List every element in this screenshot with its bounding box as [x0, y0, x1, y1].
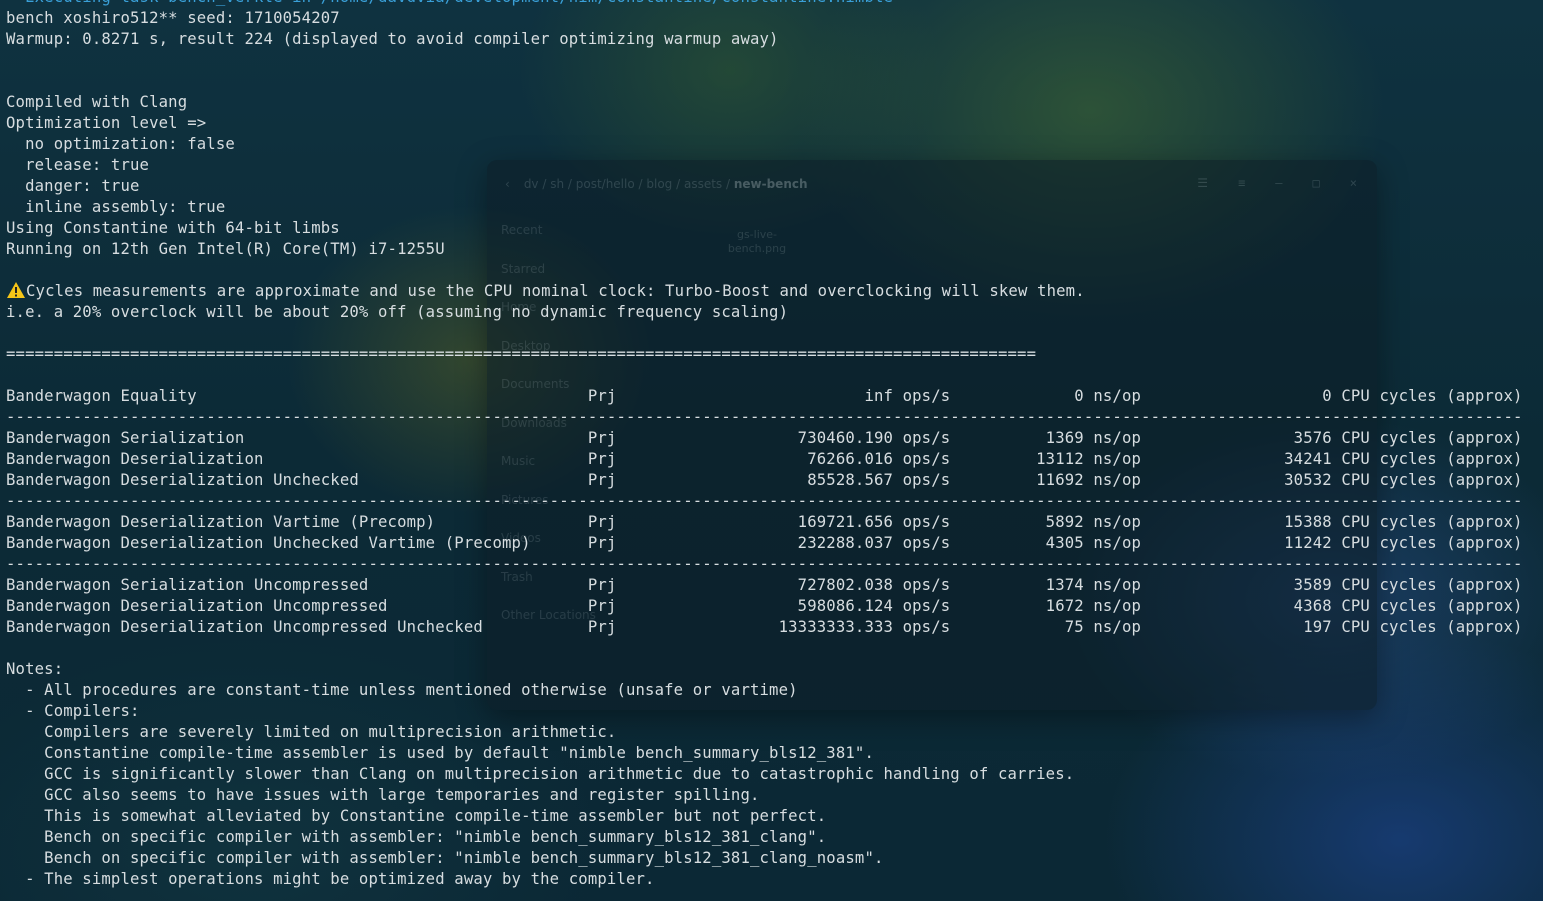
terminal-line: Banderwagon Deserialization Uncompressed… — [6, 597, 1523, 615]
terminal-line: inline assembly: true — [6, 198, 226, 216]
terminal-output: Executing task bench_verkle in /home/dav… — [6, 0, 1523, 890]
terminal-line: ----------------------------------------… — [6, 492, 1523, 510]
terminal-line: Running on 12th Gen Intel(R) Core(TM) i7… — [6, 240, 445, 258]
task-status-text: Executing task bench_verkle in /home/dav… — [6, 0, 893, 6]
terminal-line: Banderwagon Deserialization Vartime (Pre… — [6, 513, 1523, 531]
terminal-line: - All procedures are constant-time unles… — [6, 681, 798, 699]
terminal-line: Bench on specific compiler with assemble… — [6, 849, 884, 867]
terminal-line: - Compilers: — [6, 702, 140, 720]
terminal-line: ----------------------------------------… — [6, 555, 1523, 573]
warning-icon — [7, 282, 25, 298]
terminal-line: release: true — [6, 156, 150, 174]
terminal-line: - The simplest operations might be optim… — [6, 870, 655, 888]
terminal-line: Banderwagon Deserialization Prj 76266.01… — [6, 450, 1523, 468]
terminal-line: Executing task bench_verkle in /home/dav… — [6, 0, 1523, 8]
terminal-line: Banderwagon Deserialization Uncompressed… — [6, 618, 1523, 636]
terminal-line: Compiled with Clang — [6, 93, 188, 111]
terminal-line: Optimization level => — [6, 114, 207, 132]
terminal-line: Banderwagon Deserialization Unchecked Pr… — [6, 471, 1523, 489]
terminal-line: Bench on specific compiler with assemble… — [6, 828, 827, 846]
terminal-line: Notes: — [6, 660, 64, 678]
terminal-line: danger: true — [6, 177, 140, 195]
terminal-line: Compilers are severely limited on multip… — [6, 723, 617, 741]
terminal-line: Using Constantine with 64-bit limbs — [6, 219, 340, 237]
terminal-line: ========================================… — [6, 345, 1037, 363]
terminal-line: bench xoshiro512** seed: 1710054207 — [6, 9, 340, 27]
terminal-line: Constantine compile-time assembler is us… — [6, 744, 874, 762]
terminal-line: This is somewhat alleviated by Constanti… — [6, 807, 827, 825]
terminal-line: Cycles measurements are approximate and … — [6, 281, 1523, 302]
terminal-line: Banderwagon Equality Prj inf ops/s 0 ns/… — [6, 387, 1523, 405]
terminal-line: Banderwagon Deserialization Unchecked Va… — [6, 534, 1523, 552]
terminal-line: Warmup: 0.8271 s, result 224 (displayed … — [6, 30, 779, 48]
terminal-line: GCC also seems to have issues with large… — [6, 786, 760, 804]
terminal-line: Banderwagon Serialization Uncompressed P… — [6, 576, 1523, 594]
terminal-line: i.e. a 20% overclock will be about 20% o… — [6, 303, 789, 321]
terminal-line: Banderwagon Serialization Prj 730460.190… — [6, 429, 1523, 447]
terminal-line: ----------------------------------------… — [6, 408, 1523, 426]
terminal-line: no optimization: false — [6, 135, 235, 153]
terminal-line: GCC is significantly slower than Clang o… — [6, 765, 1075, 783]
